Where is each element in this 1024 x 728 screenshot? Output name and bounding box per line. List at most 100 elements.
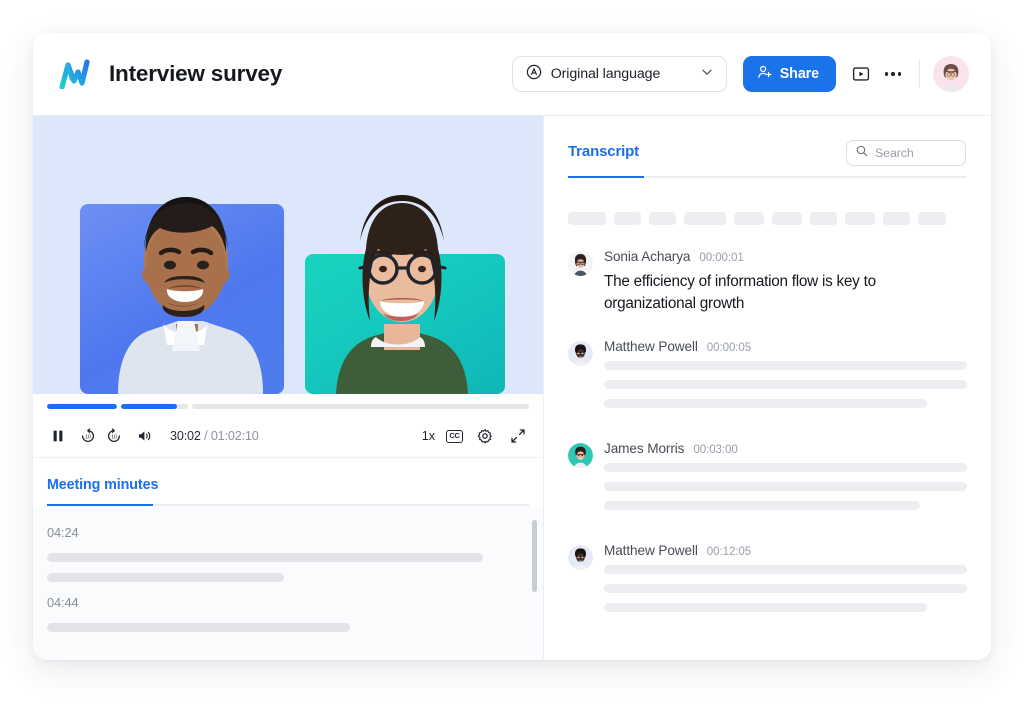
chip-placeholder	[649, 212, 676, 225]
person-add-icon	[757, 64, 773, 84]
transcript-entry[interactable]: Sonia Acharya 00:00:01 The efficiency of…	[568, 249, 967, 316]
chip-placeholder	[845, 212, 875, 225]
speaker-name: James Morris	[604, 441, 684, 456]
settings-gear-icon[interactable]	[474, 425, 496, 447]
speaker-avatar	[568, 443, 593, 468]
progress-bar[interactable]	[47, 404, 529, 409]
speaker-avatar	[568, 251, 593, 276]
app-header: Interview survey Original language	[33, 33, 991, 116]
speaker-timestamp: 00:00:05	[707, 341, 751, 354]
minutes-entry[interactable]: 04:24	[47, 525, 521, 582]
speaker-timestamp: 00:03:00	[693, 443, 737, 456]
volume-icon[interactable]	[133, 425, 155, 447]
chip-placeholder	[734, 212, 764, 225]
forward-10-icon[interactable]: 10	[103, 425, 125, 447]
participant-photo-1	[63, 149, 308, 394]
minutes-list: 04:24 04:44	[33, 506, 543, 660]
time-display: 30:02 / 01:02:10	[170, 429, 259, 443]
transcript-tab-divider	[568, 176, 967, 178]
avatar[interactable]	[933, 56, 969, 92]
search-input[interactable]	[846, 140, 966, 166]
pause-icon[interactable]	[47, 425, 69, 447]
tab-meeting-minutes[interactable]: Meeting minutes	[47, 477, 158, 504]
left-pane: 10 10	[33, 116, 544, 660]
captions-icon[interactable]: CC	[446, 430, 463, 443]
video-stage[interactable]	[33, 116, 543, 394]
more-options-icon[interactable]	[878, 59, 908, 89]
tab-transcript[interactable]: Transcript	[568, 143, 639, 174]
transcript-entry[interactable]: Matthew Powell 00:12:05	[568, 543, 967, 622]
speaker-avatar	[568, 545, 593, 570]
header-divider	[919, 60, 920, 88]
speaker-name: Matthew Powell	[604, 339, 698, 354]
chip-placeholder	[614, 212, 641, 225]
transcript-entry[interactable]: James Morris 00:03:00	[568, 441, 967, 520]
chip-placeholder	[918, 212, 946, 225]
app-body: 10 10	[33, 116, 991, 660]
search-icon	[856, 144, 868, 162]
present-screen-icon[interactable]	[844, 57, 878, 91]
total-time: 01:02:10	[211, 429, 259, 443]
chip-placeholder	[772, 212, 802, 225]
minutes-text-placeholder	[47, 623, 350, 632]
page-title: Interview survey	[109, 61, 282, 87]
current-time: 30:02	[170, 429, 201, 443]
progress-segment-1[interactable]	[47, 404, 117, 409]
transcript-tab-active-indicator	[568, 176, 644, 178]
transcript-text: The efficiency of information flow is ke…	[604, 271, 967, 316]
transcript-chip-row	[544, 178, 991, 225]
rewind-10-icon[interactable]: 10	[77, 425, 99, 447]
transcript-panel: Transcript	[544, 116, 991, 660]
chip-placeholder	[883, 212, 910, 225]
minutes-tab-row: Meeting minutes	[33, 458, 543, 506]
header-actions: Original language Share	[512, 56, 969, 92]
chip-placeholder	[684, 212, 726, 225]
transcript-header: Transcript	[544, 116, 991, 178]
fullscreen-expand-icon[interactable]	[507, 425, 529, 447]
minutes-entry[interactable]: 04:44	[47, 595, 521, 632]
transcript-text-placeholder	[604, 361, 967, 370]
transcript-text-placeholder	[604, 380, 967, 389]
minutes-text-placeholder	[47, 573, 284, 582]
transcript-text-placeholder	[604, 584, 967, 593]
svg-text:10: 10	[111, 434, 117, 440]
transcript-list: Sonia Acharya 00:00:01 The efficiency of…	[544, 225, 991, 645]
minutes-timestamp: 04:44	[47, 595, 521, 610]
progress-segment-3[interactable]	[192, 404, 529, 409]
chevron-down-icon	[700, 65, 714, 84]
participant-photo-2	[288, 189, 518, 394]
svg-text:10: 10	[85, 434, 91, 440]
playback-speed-button[interactable]: 1x	[422, 429, 435, 443]
share-button-label: Share	[780, 66, 819, 82]
player-buttons: 10 10	[47, 425, 529, 447]
transcript-text-placeholder	[604, 482, 967, 491]
speaker-avatar	[568, 341, 593, 366]
waveform-logo-icon	[58, 59, 94, 89]
meeting-minutes-panel: Meeting minutes 04:24 04:44	[33, 458, 543, 660]
language-selector[interactable]: Original language	[512, 56, 727, 92]
share-button[interactable]: Share	[743, 56, 836, 92]
progress-segment-2[interactable]	[121, 404, 188, 409]
video-player-controls: 10 10	[33, 394, 543, 458]
transcript-text-placeholder	[604, 501, 920, 510]
minutes-scrollbar[interactable]	[532, 520, 537, 592]
transcript-text-placeholder	[604, 399, 927, 408]
time-separator: /	[201, 429, 211, 443]
speaker-timestamp: 00:00:01	[699, 251, 743, 264]
speaker-timestamp: 00:12:05	[707, 545, 751, 558]
transcript-entry[interactable]: Matthew Powell 00:00:05	[568, 339, 967, 418]
minutes-timestamp: 04:24	[47, 525, 521, 540]
chip-placeholder	[810, 212, 837, 225]
transcript-text-placeholder	[604, 463, 967, 472]
language-globe-icon	[526, 64, 542, 85]
chip-placeholder	[568, 212, 606, 225]
player-right-controls: 1x CC	[422, 425, 529, 447]
app-window: Interview survey Original language	[33, 33, 991, 660]
speaker-name: Matthew Powell	[604, 543, 698, 558]
speaker-name: Sonia Acharya	[604, 249, 690, 264]
brand: Interview survey	[58, 59, 282, 89]
search-field[interactable]	[875, 146, 956, 160]
minutes-text-placeholder	[47, 553, 483, 562]
transcript-text-placeholder	[604, 603, 927, 612]
language-selector-value: Original language	[551, 66, 691, 82]
